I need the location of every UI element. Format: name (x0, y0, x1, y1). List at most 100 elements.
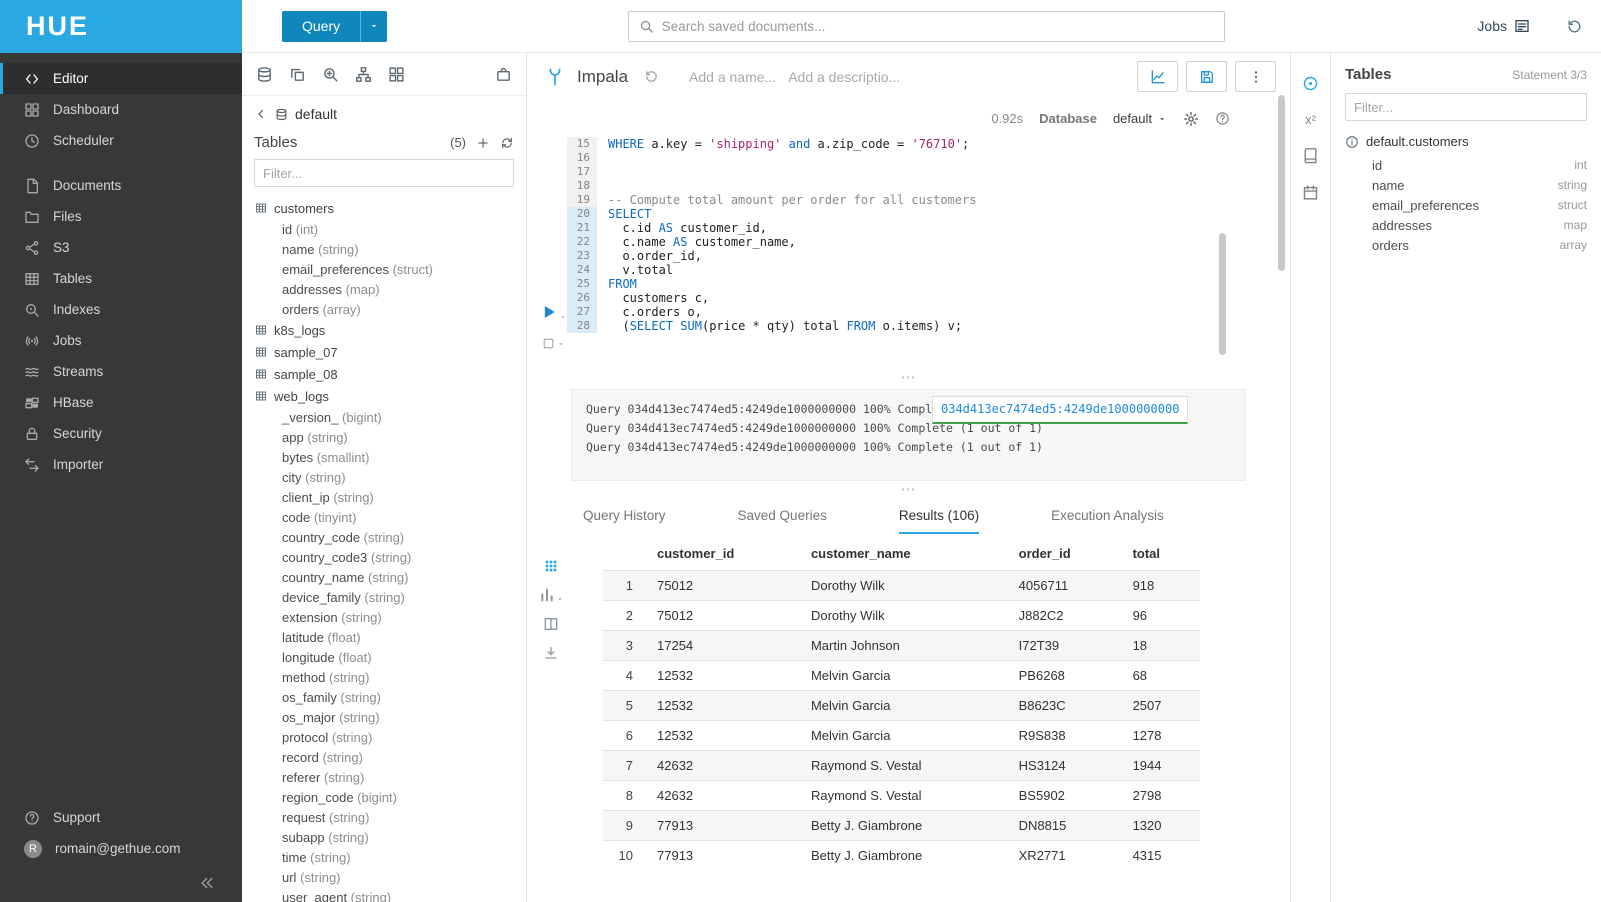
assist-column-os-family[interactable]: os_family (string) (255, 687, 526, 707)
column-header-total[interactable]: total (1123, 538, 1200, 571)
assist-column-request[interactable]: request (string) (255, 807, 526, 827)
sidebar-item-indexes[interactable]: Indexes (0, 294, 242, 325)
help-icon[interactable] (1215, 111, 1230, 126)
column-header-customer-id[interactable]: customer_id (647, 538, 801, 571)
assist-column-method[interactable]: method (string) (255, 667, 526, 687)
assist-column-orders[interactable]: orders (array) (255, 299, 526, 319)
add-icon[interactable] (476, 136, 490, 150)
more-actions-button[interactable] (1235, 61, 1276, 92)
assist-column-country-name[interactable]: country_name (string) (255, 567, 526, 587)
resize-handle-bottom[interactable]: ⋯ (527, 485, 1290, 496)
sitemap-icon[interactable] (355, 66, 372, 83)
sidebar-item-user[interactable]: R romain@gethue.com (0, 833, 242, 864)
refresh-icon[interactable] (500, 136, 514, 150)
engine-name[interactable]: Impala (577, 67, 628, 87)
assist-column-time[interactable]: time (string) (255, 847, 526, 867)
sidebar-item-hbase[interactable]: HBase (0, 387, 242, 418)
code-editor[interactable]: 15WHERE a.key = 'shipping' and a.zip_cod… (527, 137, 1290, 373)
assist-column-email-preferences[interactable]: email_preferences (struct) (255, 259, 526, 279)
snippet-settings-button[interactable] (542, 337, 565, 350)
assist-table-sample-07[interactable]: sample_07 (255, 341, 526, 363)
tab-query-history[interactable]: Query History (583, 508, 666, 534)
assist-table-sample-08[interactable]: sample_08 (255, 363, 526, 385)
settings-gear-icon[interactable] (1183, 111, 1199, 127)
sidebar-item-editor[interactable]: Editor (0, 63, 242, 94)
chart-view-button[interactable] (539, 587, 564, 603)
column-row-addresses[interactable]: addressesmap (1345, 215, 1587, 235)
assist-column-extension[interactable]: extension (string) (255, 607, 526, 627)
right-filter-input[interactable] (1345, 93, 1587, 121)
assist-column-app[interactable]: app (string) (255, 427, 526, 447)
grid-view-icon[interactable] (543, 558, 559, 574)
database-name[interactable]: default (295, 106, 337, 122)
query-history-icon[interactable] (644, 69, 659, 84)
editor-context-icon[interactable] (1302, 75, 1319, 92)
assist-table-k8s-logs[interactable]: k8s_logs (255, 319, 526, 341)
database-selector[interactable]: default (1113, 111, 1167, 126)
tab-saved-queries[interactable]: Saved Queries (738, 508, 827, 534)
assist-column-region-code[interactable]: region_code (bigint) (255, 787, 526, 807)
download-icon[interactable] (543, 645, 559, 661)
active-table-row[interactable]: default.customers (1345, 134, 1587, 149)
assist-column-user-agent[interactable]: user_agent (string) (255, 887, 526, 902)
assist-column-code[interactable]: code (tinyint) (255, 507, 526, 527)
assist-column-protocol[interactable]: protocol (string) (255, 727, 526, 747)
sidebar-item-files[interactable]: Files (0, 201, 242, 232)
hue-logo[interactable]: HUE (0, 0, 242, 53)
column-row-id[interactable]: idint (1345, 155, 1587, 175)
assist-column-bytes[interactable]: bytes (smallint) (255, 447, 526, 467)
search-input[interactable] (662, 19, 1214, 34)
assist-column-device-family[interactable]: device_family (string) (255, 587, 526, 607)
column-header-order-id[interactable]: order_id (1009, 538, 1123, 571)
query-name-field[interactable]: Add a name... (689, 69, 776, 85)
column-row-email-preferences[interactable]: email_preferencesstruct (1345, 195, 1587, 215)
info-icon[interactable] (1345, 135, 1359, 149)
assist-column-city[interactable]: city (string) (255, 467, 526, 487)
sidebar-item-dashboard[interactable]: Dashboard (0, 94, 242, 125)
databases-source-icon[interactable] (256, 66, 273, 83)
assist-column-referer[interactable]: referer (string) (255, 767, 526, 787)
sidebar-item-security[interactable]: Security (0, 418, 242, 449)
query-id-popup[interactable]: 034d413ec7474ed5:4249de1000000000 (932, 396, 1188, 424)
execute-button[interactable] (540, 303, 567, 321)
assist-column-country-code3[interactable]: country_code3 (string) (255, 547, 526, 567)
sidebar-item-tables[interactable]: Tables (0, 263, 242, 294)
documents-source-icon[interactable] (289, 66, 306, 83)
collections-bag-icon[interactable] (495, 66, 512, 83)
column-row-name[interactable]: namestring (1345, 175, 1587, 195)
editor-scrollbar[interactable] (1219, 233, 1226, 355)
columns-view-icon[interactable] (543, 616, 559, 632)
assist-column-url[interactable]: url (string) (255, 867, 526, 887)
chart-button[interactable] (1137, 61, 1178, 92)
assist-column-os-major[interactable]: os_major (string) (255, 707, 526, 727)
assist-column-version[interactable]: _version_ (bigint) (255, 407, 526, 427)
sidebar-collapse-icon[interactable] (198, 874, 216, 892)
page-scrollbar[interactable] (1278, 95, 1285, 271)
zoom-plus-icon[interactable] (322, 66, 339, 83)
assist-column-id[interactable]: id (int) (255, 219, 526, 239)
sidebar-item-streams[interactable]: Streams (0, 356, 242, 387)
assist-column-name[interactable]: name (string) (255, 239, 526, 259)
sidebar-item-support[interactable]: Support (0, 802, 242, 833)
save-button[interactable] (1186, 61, 1227, 92)
apps-grid-icon[interactable] (388, 66, 405, 83)
query-description-field[interactable]: Add a descriptio... (788, 69, 900, 85)
sidebar-item-importer[interactable]: Importer (0, 449, 242, 480)
assist-column-latitude[interactable]: latitude (float) (255, 627, 526, 647)
resize-handle-top[interactable]: ⋯ (527, 373, 1290, 384)
query-button[interactable]: Query (282, 11, 387, 42)
query-dropdown-caret[interactable] (360, 11, 387, 42)
column-row-orders[interactable]: ordersarray (1345, 235, 1587, 255)
language-reference-icon[interactable] (1302, 147, 1319, 164)
jobs-link[interactable]: Jobs (1477, 18, 1530, 34)
column-header-customer-name[interactable]: customer_name (801, 538, 1009, 571)
sidebar-item-scheduler[interactable]: Scheduler (0, 125, 242, 156)
sidebar-item-documents[interactable]: Documents (0, 170, 242, 201)
assist-column-client-ip[interactable]: client_ip (string) (255, 487, 526, 507)
assist-table-customers[interactable]: customers (255, 197, 526, 219)
sidebar-item-jobs[interactable]: Jobs (0, 325, 242, 356)
functions-icon[interactable]: x² (1305, 112, 1316, 127)
assist-column-addresses[interactable]: addresses (map) (255, 279, 526, 299)
back-chevron-icon[interactable] (254, 107, 268, 121)
assist-column-longitude[interactable]: longitude (float) (255, 647, 526, 667)
